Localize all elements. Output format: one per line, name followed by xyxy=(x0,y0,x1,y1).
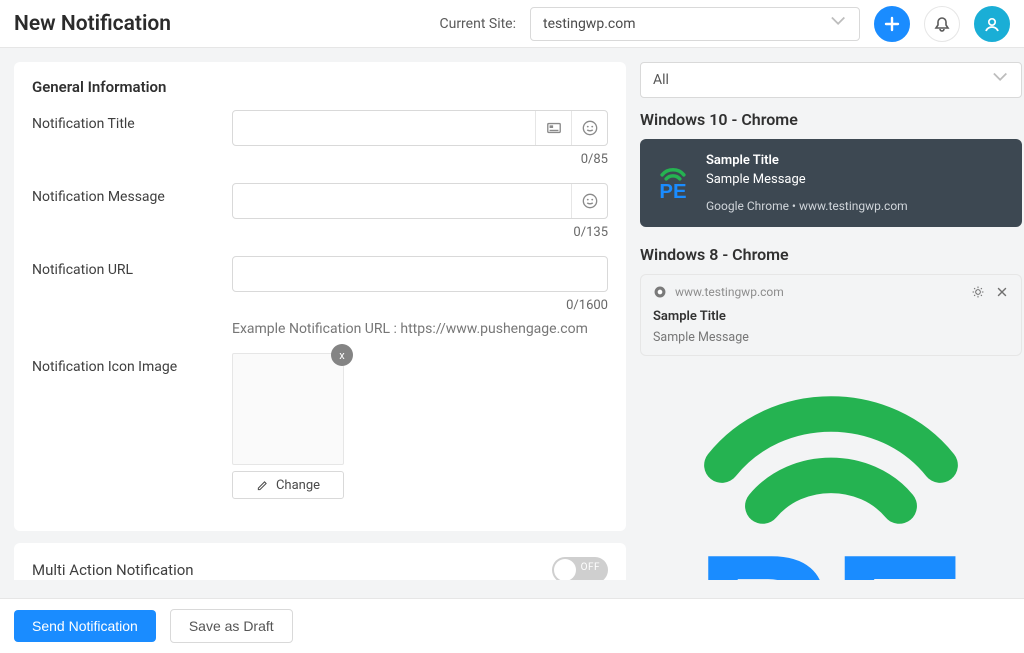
multi-action-label: Multi Action Notification xyxy=(32,561,194,579)
section-title: General Information xyxy=(32,78,608,96)
site-select[interactable]: testingwp.com xyxy=(530,7,860,41)
title-card-icon[interactable] xyxy=(535,111,571,145)
preview-filter-select[interactable]: All xyxy=(640,62,1022,98)
chrome-icon xyxy=(653,285,667,299)
close-icon[interactable] xyxy=(995,285,1009,299)
pencil-icon xyxy=(256,478,270,492)
save-draft-button[interactable]: Save as Draft xyxy=(170,609,293,643)
remove-icon-image-button[interactable]: x xyxy=(331,344,353,366)
message-input[interactable] xyxy=(233,184,571,218)
general-information-card: General Information Notification Title 0… xyxy=(14,62,626,531)
send-notification-button[interactable]: Send Notification xyxy=(14,610,156,642)
toggle-knob xyxy=(554,559,576,580)
title-input-wrap xyxy=(232,110,608,146)
page-title: New Notification xyxy=(14,12,171,36)
gear-icon[interactable] xyxy=(971,285,985,299)
title-input[interactable] xyxy=(233,111,535,145)
footer-bar: Send Notification Save as Draft xyxy=(0,598,1024,653)
multi-action-toggle[interactable]: OFF xyxy=(552,557,608,580)
chevron-down-icon xyxy=(831,14,847,34)
preview-heading: Windows 10 - Chrome xyxy=(640,110,1022,129)
preview-domain: www.testingwp.com xyxy=(675,285,784,299)
url-input[interactable] xyxy=(233,257,607,291)
icon-image-label: Notification Icon Image xyxy=(32,353,212,375)
preview-heading: Windows 8 - Chrome xyxy=(640,245,1022,264)
site-select-value: testingwp.com xyxy=(543,16,635,32)
icon-image-preview[interactable]: x xyxy=(232,353,344,465)
toggle-off-text: OFF xyxy=(581,562,600,573)
message-input-wrap xyxy=(232,183,608,219)
message-emoji-icon[interactable] xyxy=(571,184,607,218)
chevron-down-icon xyxy=(993,70,1009,90)
preview-message: Sample Message xyxy=(653,330,1009,345)
preview-message: Sample Message xyxy=(706,172,908,187)
avatar[interactable] xyxy=(974,6,1010,42)
current-site-label: Current Site: xyxy=(439,16,516,32)
url-hint: Example Notification URL : https://www.p… xyxy=(232,321,608,337)
url-counter: 0/1600 xyxy=(566,298,608,313)
preview-title: Sample Title xyxy=(653,309,1009,324)
message-label: Notification Message xyxy=(32,183,212,205)
message-counter: 0/135 xyxy=(573,225,608,240)
add-button[interactable] xyxy=(874,6,910,42)
title-emoji-icon[interactable] xyxy=(571,111,607,145)
preview-win10-chrome: Windows 10 - Chrome Sample Title Sample … xyxy=(640,110,1022,227)
change-icon-label: Change xyxy=(276,478,320,493)
preview-source: Google Chrome • www.testingwp.com xyxy=(706,199,908,213)
pe-logo-icon xyxy=(640,356,1022,580)
preview-win8-chrome: Windows 8 - Chrome www.testingwp.com Sam… xyxy=(640,245,1022,580)
notifications-button[interactable] xyxy=(924,6,960,42)
title-counter: 0/85 xyxy=(581,152,608,167)
title-label: Notification Title xyxy=(32,110,212,132)
url-input-wrap xyxy=(232,256,608,292)
preview-title: Sample Title xyxy=(706,153,908,168)
change-icon-button[interactable]: Change xyxy=(232,471,344,499)
url-label: Notification URL xyxy=(32,256,212,278)
preview-filter-value: All xyxy=(653,72,669,88)
pe-logo-icon xyxy=(654,164,692,202)
multi-action-card: Multi Action Notification OFF xyxy=(14,543,626,580)
